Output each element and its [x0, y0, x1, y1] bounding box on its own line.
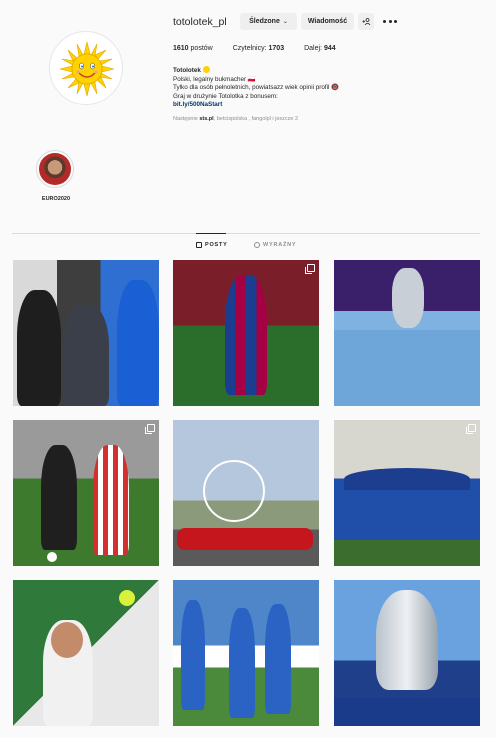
- profile-avatar[interactable]: [49, 31, 123, 105]
- profile-stats: 1610 postów Czytelnicy: 1703 Dalej: 944: [173, 45, 356, 52]
- posts-stat[interactable]: 1610 postów: [173, 45, 213, 52]
- post-tile-boxers[interactable]: [13, 260, 159, 406]
- bio-line: Polski, legalny bukmacher 🇵🇱: [173, 75, 256, 83]
- multiple-photos-icon: [305, 264, 315, 274]
- more-options-icon[interactable]: [383, 15, 397, 27]
- post-tile-ucl-trophy[interactable]: [334, 580, 480, 726]
- followers-stat[interactable]: Czytelnicy: 1703: [233, 45, 284, 52]
- following-stat[interactable]: Dalej: 944: [304, 45, 336, 52]
- profile-bio: Totolotek Polski, legalny bukmacher 🇵🇱 T…: [173, 66, 473, 110]
- tagged-icon: [254, 242, 260, 248]
- tabs-divider: [12, 233, 480, 234]
- suggest-users-button[interactable]: [358, 13, 374, 30]
- smiley-emoji-icon: [202, 66, 210, 73]
- post-tile-team[interactable]: [173, 580, 319, 726]
- tab-tagged[interactable]: WYRAŹNY: [254, 242, 296, 248]
- post-tile-champions[interactable]: [334, 420, 480, 566]
- tab-posts[interactable]: POSTY: [196, 233, 228, 248]
- bio-line: Tylko dla osób pełnoletnich, powiatsazz …: [173, 84, 340, 92]
- highlight-label: EURO2020: [41, 196, 71, 202]
- bio-link[interactable]: bit.ly/500NaStart: [173, 101, 473, 110]
- highlight-cover: [36, 150, 74, 188]
- multiple-photos-icon: [466, 424, 476, 434]
- following-button-label: Śledzone: [249, 18, 280, 25]
- profile-username: totolotek_pl: [173, 16, 227, 28]
- chevron-down-icon: ⌄: [282, 19, 288, 25]
- grid-icon: [196, 242, 202, 248]
- multiple-photos-icon: [145, 424, 155, 434]
- story-highlight[interactable]: EURO2020: [36, 150, 76, 202]
- following-button[interactable]: Śledzone ⌄: [240, 13, 297, 30]
- message-button[interactable]: Wiadomość: [301, 13, 354, 30]
- followed-by[interactable]: Następnie sts.pl, betcispolska , fangolp…: [173, 116, 298, 122]
- add-user-icon: [362, 18, 370, 25]
- post-tile-tennis[interactable]: [13, 580, 159, 726]
- bio-line: Graj w drużynie Totolotka z bonusem:: [173, 92, 278, 100]
- bio-name: Totolotek: [173, 67, 201, 74]
- post-tile-barcelona[interactable]: [173, 260, 319, 406]
- post-tile-match[interactable]: [13, 420, 159, 566]
- post-tile-trophy[interactable]: [334, 260, 480, 406]
- sun-logo-icon: [59, 41, 115, 97]
- post-tile-f1[interactable]: [173, 420, 319, 566]
